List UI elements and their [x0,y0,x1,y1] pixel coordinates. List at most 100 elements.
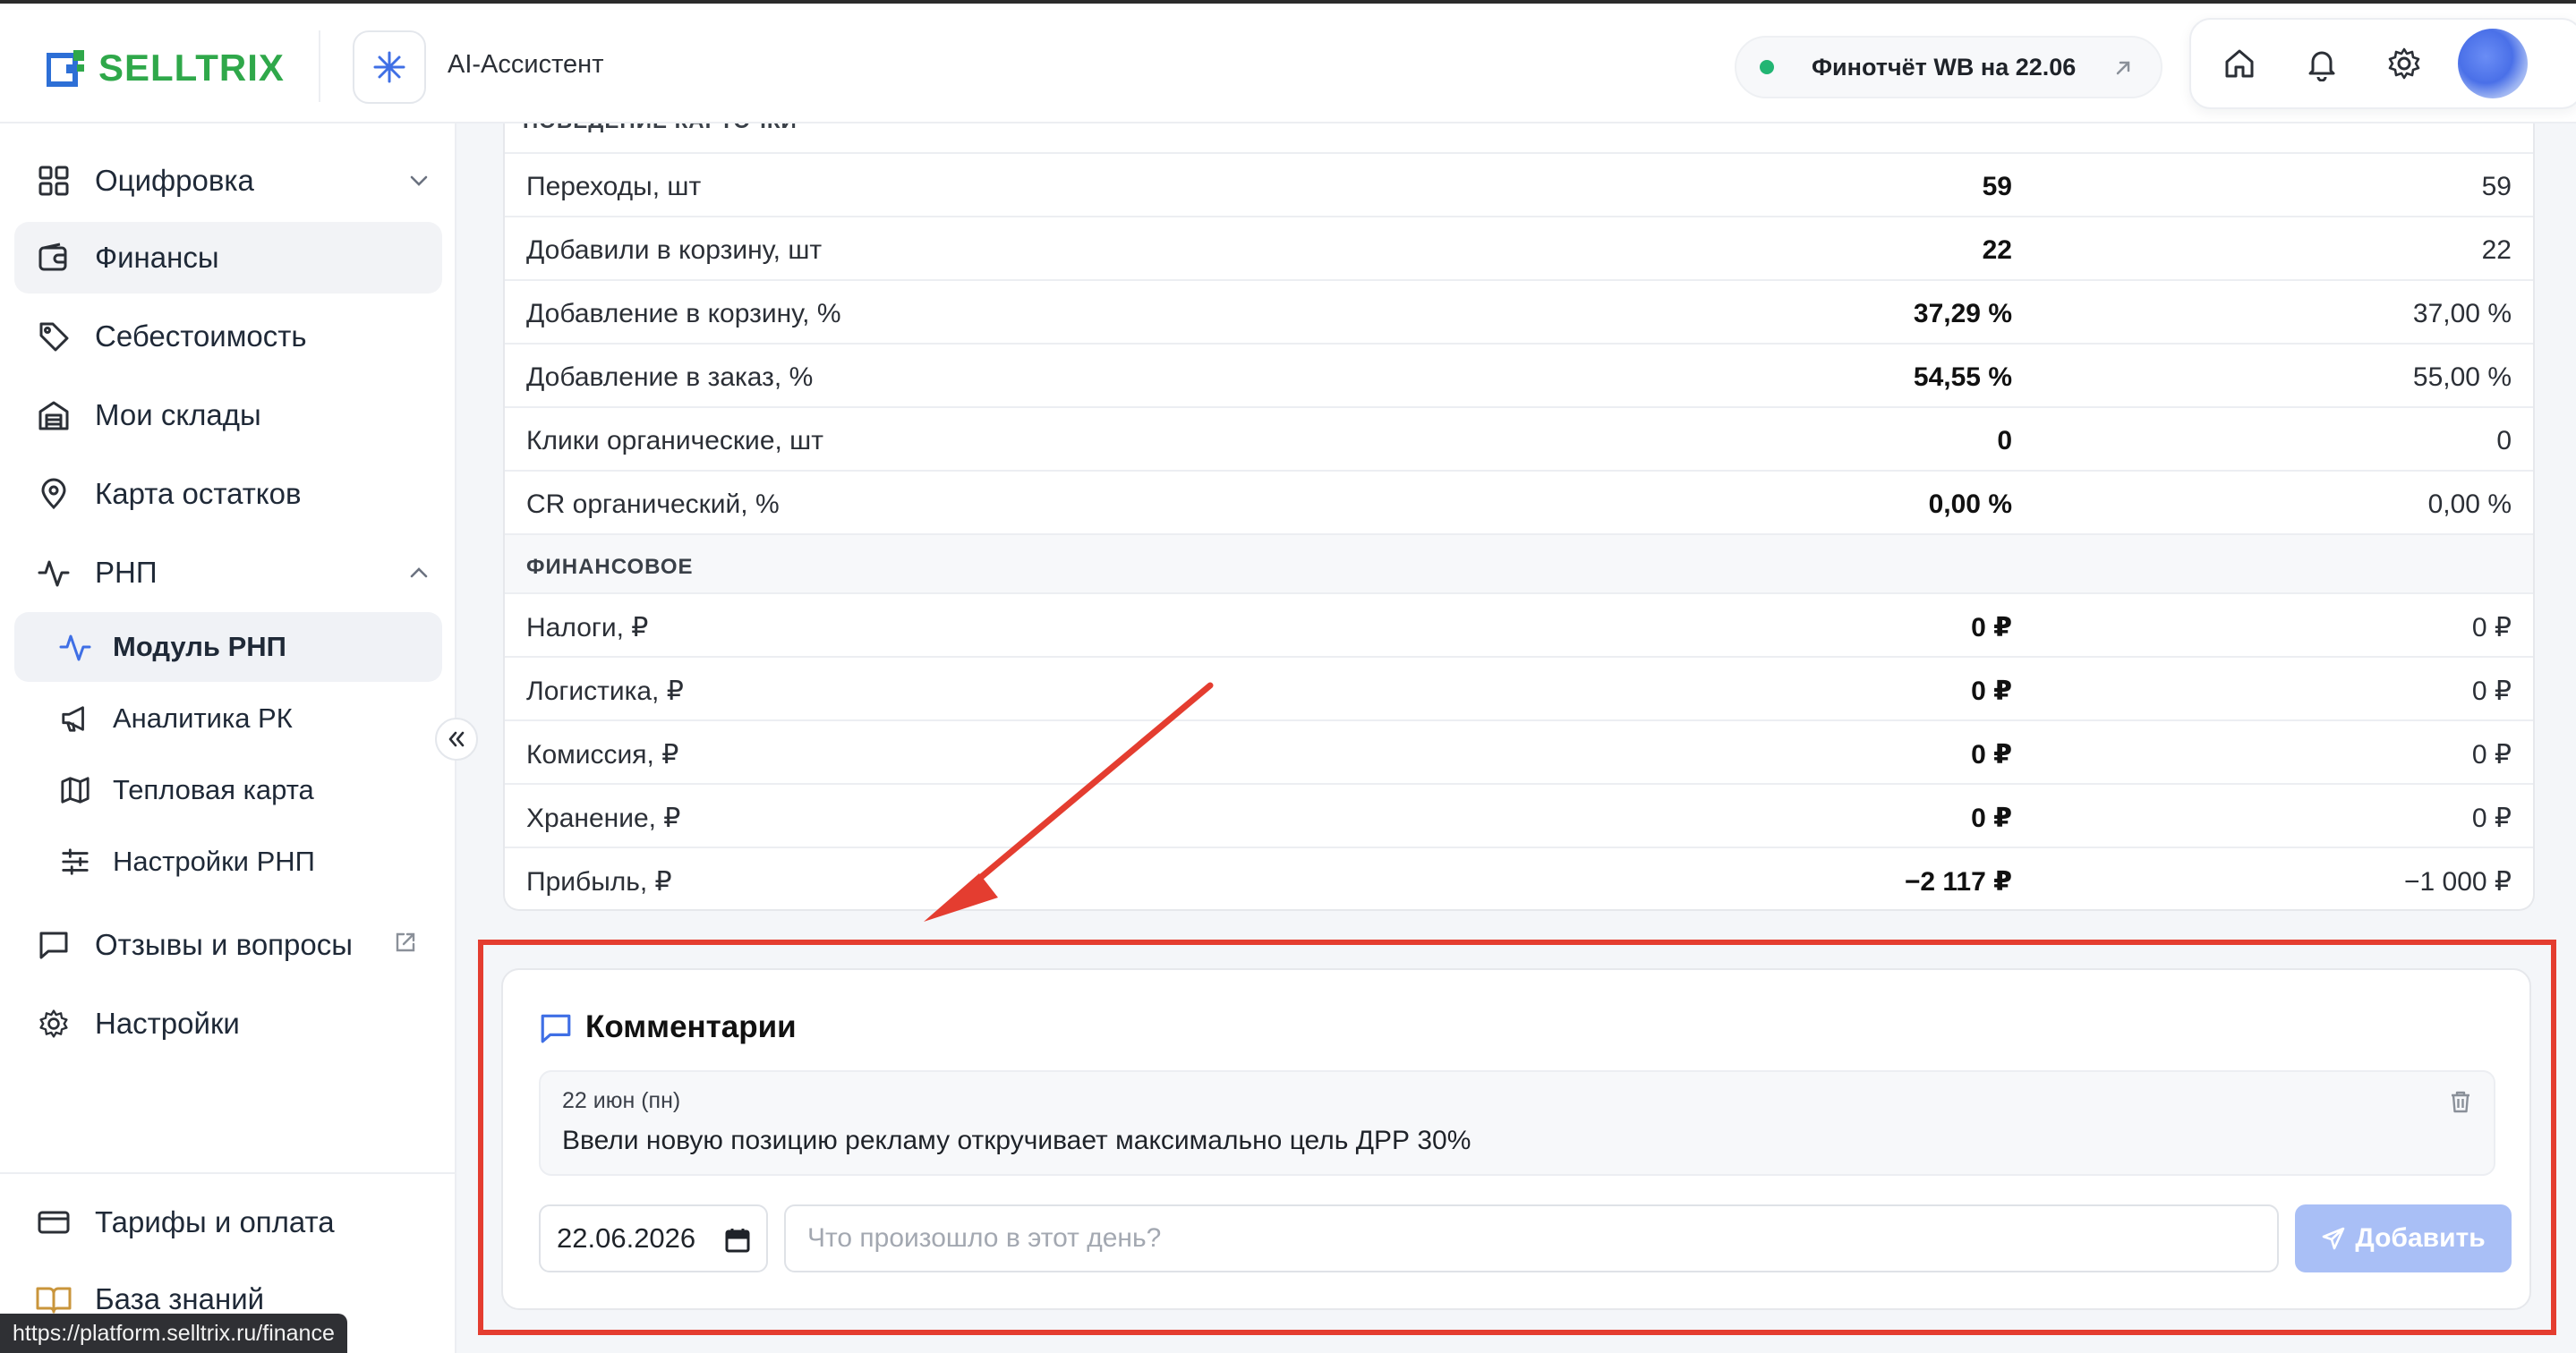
row-label: Клики органические, шт [526,426,823,455]
row-value-plan: 55,00 % [2412,362,2512,392]
comment-text-input[interactable]: Что произошло в этот день? [784,1204,2279,1272]
table-row: Переходы, шт 59 59 [505,152,2533,216]
section-header: ФИНАНСОВОЕ [505,533,2533,592]
grid-icon [34,161,73,200]
sidebar-item-settings[interactable]: Настройки [14,988,442,1059]
arrow-up-right-icon [2116,61,2130,75]
row-label: Добавление в заказ, % [526,362,814,392]
home-button[interactable] [2220,44,2259,83]
sidebar-divider [0,1172,455,1174]
sidebar-item-label: Модуль РНП [113,631,286,662]
sidebar-item-label: Оцифровка [95,164,254,197]
sliders-icon [57,844,93,880]
table-row: Логистика, ₽ 0 ₽ 0 ₽ [505,656,2533,719]
sidebar-item-label: Тарифы и оплата [95,1205,335,1238]
section-title: ФИНАНСОВОЕ [526,555,694,579]
sidebar-item-label: Мои склады [95,398,261,431]
table-row: Добавление в корзину, % 37,29 % 37,00 % [505,279,2533,343]
sidebar-subitem-rnp-settings[interactable]: Настройки РНП [14,827,442,897]
row-value-current: 54,55 % [1913,362,2012,392]
sidebar-item-tariffs[interactable]: Тарифы и оплата [14,1187,442,1258]
row-label: Хранение, ₽ [526,804,681,833]
sidebar-item-label: Карта остатков [95,477,302,510]
home-icon [2225,49,2254,78]
sidebar-item-rnp[interactable]: РНП [14,537,442,608]
table-row: Налоги, ₽ 0 ₽ 0 ₽ [505,592,2533,656]
row-value-current: 0 [1997,426,2012,455]
map-icon [57,772,93,808]
status-dot [1760,60,1774,74]
row-value-plan: 0 ₽ [2471,804,2512,833]
avatar[interactable] [2458,29,2528,98]
gear-icon [2388,47,2420,80]
section-header-partial: ПОВЕДЕНИЕ КАРТОЧКИ [523,123,798,134]
gear-icon [34,1004,73,1043]
comment-date: 22 июн (пн) [562,1088,681,1113]
row-label: Логистика, ₽ [526,676,684,706]
external-link-icon [396,932,415,952]
sidebar-subitem-heatmap[interactable]: Тепловая карта [14,755,442,825]
wallet-icon [34,238,73,277]
sidebar-item-digitization[interactable]: Оцифровка [14,145,442,217]
sidebar-subitem-rnp-module[interactable]: Модуль РНП [14,612,442,682]
sidebar-item-stock-map[interactable]: Карта остатков [14,458,442,530]
ai-assistant-button[interactable] [353,30,426,104]
row-value-current: 59 [1982,172,2012,201]
chevron-down-icon [410,175,428,186]
settings-button[interactable] [2384,44,2424,83]
tag-icon [34,317,73,356]
status-url-tooltip: https://platform.selltrix.ru/finance [0,1314,347,1353]
comment-item: 22 июн (пн) Ввели новую позицию рекламу … [539,1070,2495,1176]
comment-date-input[interactable]: 22.06.2026 [539,1204,768,1272]
row-value-plan: 0 ₽ [2471,740,2512,770]
comment-text: Ввели новую позицию рекламу откручивает … [562,1126,1471,1155]
credit-card-icon [34,1203,73,1242]
trash-icon[interactable] [2447,1088,2474,1115]
add-comment-label: Добавить [2355,1223,2486,1253]
logo-text: SELLTRIX [98,47,285,89]
fin-report-label: Финотчёт WB на 22.06 [1812,53,2077,81]
fin-report-pill[interactable]: Финотчёт WB на 22.06 [1735,36,2162,98]
activity-icon [57,629,93,665]
sidebar-item-reviews[interactable]: Отзывы и вопросы [14,909,442,981]
logo-mark-icon [47,50,84,87]
date-value: 22.06.2026 [557,1222,696,1254]
row-value-plan: 59 [2481,172,2512,201]
table-row: Клики органические, шт 0 0 [505,406,2533,470]
sidebar-collapse-button[interactable] [435,718,478,761]
row-value-current: 37,29 % [1913,299,2012,328]
row-label: Прибыль, ₽ [526,867,672,897]
table-row: CR органический, % 0,00 % 0,00 % [505,470,2533,533]
message-icon [541,1014,571,1043]
row-label: Добавление в корзину, % [526,299,841,328]
row-value-current: −2 117 ₽ [1904,867,2012,897]
sidebar-item-label: Себестоимость [95,319,307,353]
sidebar-item-label: Настройки [95,1007,240,1040]
sparkle-icon [373,51,405,83]
row-value-plan: 22 [2481,235,2512,265]
selltrix-logo[interactable]: SELLTRIX [47,45,285,91]
sidebar-item-warehouses[interactable]: Мои склады [14,379,442,451]
calendar-icon[interactable] [723,1226,752,1255]
comment-input-placeholder: Что произошло в этот день? [807,1223,1162,1253]
sidebar-item-label: Аналитика РК [113,702,293,734]
comments-title: Комментарии [585,1009,797,1044]
top-header: SELLTRIX AI-Ассистент Финотчёт WB на 22.… [0,4,2576,123]
sidebar-item-label: Финансы [95,241,219,274]
chevrons-left-icon [448,731,465,747]
chevron-up-icon [410,567,428,578]
row-label: Налоги, ₽ [526,613,649,642]
sidebar-item-finance[interactable]: Финансы [14,222,442,294]
header-divider [319,30,320,102]
notifications-button[interactable] [2302,44,2341,83]
sidebar-item-cost[interactable]: Себестоимость [14,301,442,372]
sidebar-item-label: Тепловая карта [113,774,314,805]
table-row: Добавили в корзину, шт 22 22 [505,216,2533,279]
row-value-plan: 0,00 % [2427,489,2512,519]
sidebar-subitem-ad-analytics[interactable]: Аналитика РК [14,684,442,753]
sidebar: Оцифровка Финансы Себестоимость Мои скла… [0,123,456,1353]
sidebar-item-label: База знаний [95,1282,265,1315]
ai-assistant-label[interactable]: AI-Ассистент [448,50,603,80]
add-comment-button[interactable]: Добавить [2295,1204,2512,1272]
row-value-plan: 0 ₽ [2471,613,2512,642]
